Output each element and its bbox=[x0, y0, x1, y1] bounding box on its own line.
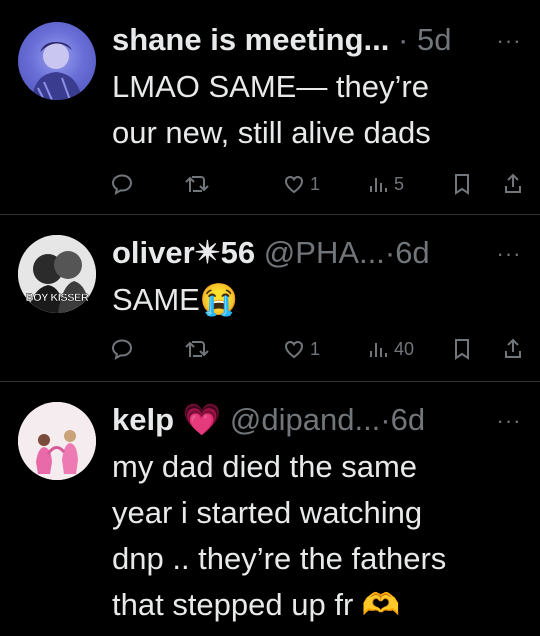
separator-dot: · bbox=[398, 22, 409, 57]
view-count: 40 bbox=[394, 338, 415, 359]
tweet-3[interactable]: kelp 💗 @dipand...·6d ··· my dad died the… bbox=[0, 382, 540, 636]
more-options-button[interactable]: ··· bbox=[494, 30, 524, 54]
bookmark-button[interactable] bbox=[451, 168, 473, 200]
views-icon bbox=[370, 343, 387, 357]
timestamp[interactable]: 6d bbox=[391, 402, 425, 437]
tweet-text: my dad died the same year i started watc… bbox=[112, 444, 522, 628]
like-count: 1 bbox=[310, 173, 321, 194]
display-name[interactable]: oliver✴︎56 bbox=[112, 235, 255, 270]
retweet-icon bbox=[185, 176, 209, 192]
reply-icon bbox=[111, 339, 133, 360]
bookmark-icon bbox=[455, 339, 469, 360]
views-button[interactable]: 5 bbox=[368, 168, 404, 200]
reply-button[interactable] bbox=[110, 333, 134, 365]
avatar-caption: BOY KISSER bbox=[25, 292, 89, 304]
tweet-1[interactable]: shane is meeting... · 5d ··· LMAO SAME— … bbox=[0, 0, 540, 214]
tweet-text-line: LMAO SAME— they’re bbox=[112, 69, 429, 104]
display-name[interactable]: kelp bbox=[112, 402, 174, 437]
separator-dot: · bbox=[384, 235, 396, 270]
views-button[interactable]: 40 bbox=[368, 333, 414, 365]
tweet-text: SAME😭 bbox=[112, 277, 522, 323]
more-options-button[interactable]: ··· bbox=[494, 243, 524, 267]
tweet-text: LMAO SAME— they’re our new, still alive … bbox=[112, 64, 522, 156]
retweet-button[interactable] bbox=[184, 333, 210, 365]
tweet-text-line: dnp .. they’re the fathers bbox=[112, 541, 447, 576]
avatar-image bbox=[32, 42, 82, 100]
tweet-text-line: my dad died the same bbox=[112, 449, 418, 484]
retweet-icon bbox=[185, 341, 209, 357]
crying-emoji: 😭 bbox=[199, 282, 239, 317]
like-count: 1 bbox=[310, 338, 321, 359]
tweet-header: oliver✴︎56 @PHA...·6d bbox=[112, 231, 480, 275]
username[interactable]: @PHA... bbox=[264, 235, 385, 270]
timestamp[interactable]: 6d bbox=[395, 235, 429, 270]
bookmark-button[interactable] bbox=[451, 333, 473, 365]
tweet-text-line: that stepped up fr 🫶 bbox=[112, 582, 522, 628]
username[interactable]: @dipand... bbox=[230, 402, 380, 437]
tweet-text-content: SAME bbox=[112, 282, 200, 317]
bookmark-icon bbox=[455, 174, 469, 195]
tweet-header: kelp 💗 @dipand...·6d bbox=[112, 398, 480, 442]
heart-hands-emoji: 🫶 bbox=[361, 587, 401, 622]
reply-button[interactable] bbox=[110, 168, 134, 200]
heart-emoji: 💗 bbox=[182, 402, 222, 437]
action-bar: 1 5 bbox=[110, 168, 521, 200]
action-bar: 1 40 bbox=[110, 333, 521, 365]
more-options-button[interactable]: ··· bbox=[494, 410, 524, 434]
views-icon bbox=[370, 178, 387, 192]
tweet-text-line: our new, still alive dads bbox=[112, 115, 431, 150]
like-icon bbox=[284, 340, 304, 359]
display-name[interactable]: shane is meeting... bbox=[112, 22, 389, 57]
share-icon bbox=[505, 173, 521, 193]
timestamp[interactable]: 5d bbox=[417, 22, 451, 57]
avatar[interactable] bbox=[18, 402, 96, 480]
tweet-text-line: SAME😭 bbox=[112, 277, 522, 323]
retweet-button[interactable] bbox=[184, 168, 210, 200]
share-button[interactable] bbox=[502, 333, 524, 365]
tweet-2[interactable]: BOY KISSER oliver✴︎56 @PHA...·6d ··· SAM… bbox=[0, 215, 540, 380]
avatar[interactable] bbox=[18, 22, 96, 100]
like-button[interactable]: 1 bbox=[282, 168, 320, 200]
share-button[interactable] bbox=[502, 168, 524, 200]
tweet-text-line: year i started watching bbox=[112, 495, 423, 530]
tweet-text-content: that stepped up fr bbox=[112, 587, 354, 622]
like-button[interactable]: 1 bbox=[282, 333, 320, 365]
reply-icon bbox=[111, 174, 133, 195]
like-icon bbox=[284, 175, 304, 194]
share-icon bbox=[505, 338, 521, 358]
tweet-header: shane is meeting... · 5d bbox=[112, 18, 480, 62]
avatar-image bbox=[18, 402, 96, 480]
separator-dot: · bbox=[380, 402, 391, 437]
view-count: 5 bbox=[394, 173, 405, 194]
